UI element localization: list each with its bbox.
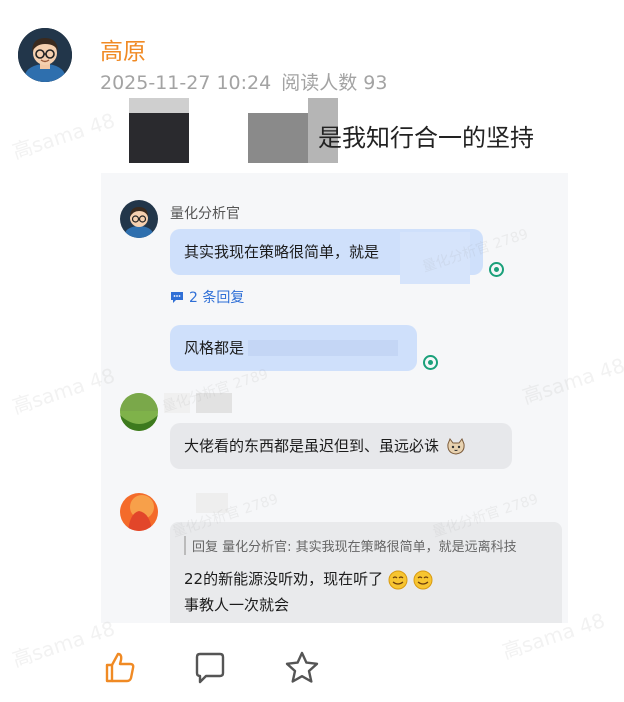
reply-count-link[interactable]: 2 条回复 <box>170 287 244 307</box>
quoted-reply: 回复 量化分析官: 其实我现在策略很简单，就是远离科技 <box>184 536 517 555</box>
comment-button[interactable] <box>192 650 228 686</box>
commenter-avatar <box>120 200 158 238</box>
like-button[interactable] <box>102 650 138 686</box>
smile-emoji-icon <box>413 570 433 589</box>
redacted-name <box>164 393 190 413</box>
reply-comment: 回复 量化分析官: 其实我现在策略很简单，就是远离科技 22的新能源没听劝，现在… <box>170 522 562 623</box>
thumbs-up-icon <box>105 652 135 683</box>
reply-count-label: 2 条回复 <box>189 290 245 306</box>
favorite-button[interactable] <box>284 650 320 686</box>
chat-icon <box>171 291 183 303</box>
read-status-icon <box>423 355 438 370</box>
comment-text: 大佬看的东西都是虽迟但到、虽远必诛 <box>184 437 440 455</box>
post-date: 2025-11-27 10:24 <box>100 72 272 94</box>
redaction-block <box>248 113 308 163</box>
redaction-block <box>248 340 398 356</box>
avatar-illustration <box>18 28 72 82</box>
cat-emoji-icon <box>447 437 465 455</box>
redaction-block <box>129 98 189 114</box>
watermark: 高sama 48 <box>9 108 118 164</box>
post-meta: 2025-11-27 10:24 阅读人数 93 <box>100 68 387 95</box>
comment-bubble: 大佬看的东西都是虽迟但到、虽远必诛 <box>170 423 512 469</box>
post-text: 是我知行合一的坚持 <box>318 124 534 152</box>
reply-body-line: 22的新能源没听劝，现在听了 <box>184 570 384 588</box>
commenter-avatar <box>120 493 158 531</box>
author-avatar[interactable] <box>18 28 72 82</box>
star-icon <box>285 651 319 683</box>
redaction-block <box>129 113 189 163</box>
read-status-icon <box>489 262 504 277</box>
reply-body: 22的新能源没听劝，现在听了 事教人一次就会 <box>184 566 433 618</box>
redacted-name <box>196 493 228 513</box>
reply-body-line: 事教人一次就会 <box>184 596 290 614</box>
smile-emoji-icon <box>388 570 408 589</box>
redacted-name <box>196 393 232 413</box>
comment-icon <box>195 652 225 684</box>
commenter-name: 量化分析官 <box>170 206 240 222</box>
author-name[interactable]: 高原 <box>100 32 146 66</box>
commenter-avatar <box>120 393 158 431</box>
redaction-block <box>400 232 470 284</box>
read-count: 阅读人数 93 <box>281 72 388 94</box>
